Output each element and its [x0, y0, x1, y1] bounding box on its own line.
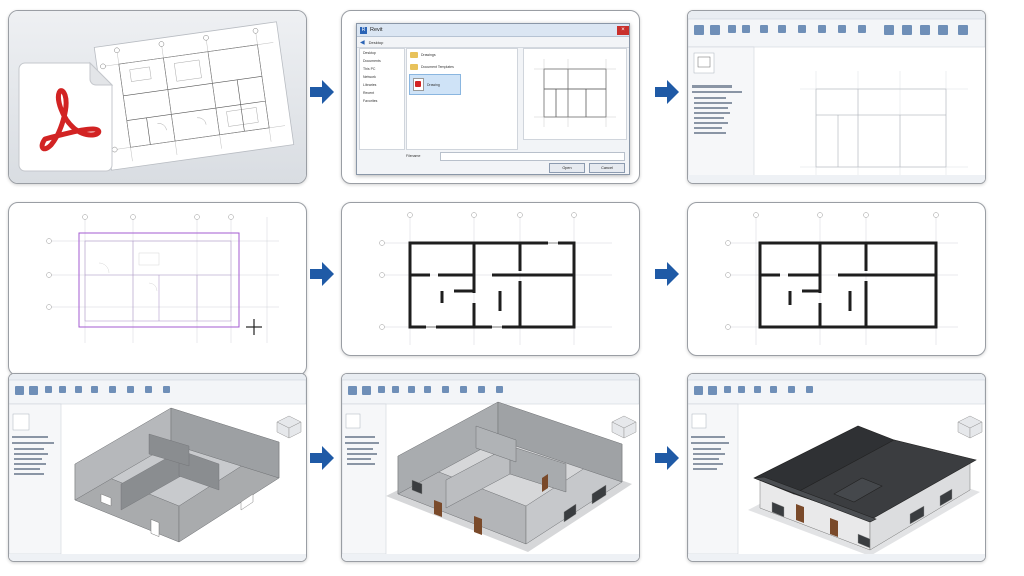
- panel-3d-roof: [687, 373, 986, 562]
- open-button[interactable]: Open: [549, 163, 585, 173]
- folder-icon: [410, 64, 418, 70]
- filename-row: Filename: [406, 151, 625, 161]
- file-item[interactable]: Document Templates: [407, 61, 517, 73]
- file-item[interactable]: Drawings: [407, 49, 517, 61]
- floorplan-preview-thumbnail: [534, 59, 616, 127]
- arrow-right-icon: [310, 262, 334, 286]
- panel-open-dialog: R Revit × ◀ Desktop Desktop Documents Th…: [341, 10, 640, 184]
- pdf-floorplan-illustration: [9, 11, 306, 183]
- panel-3d-walls: [8, 373, 307, 562]
- revit-3d-openings-illustration: [342, 374, 639, 561]
- arrow-right-icon: [310, 446, 334, 470]
- arrow-right-icon: [655, 446, 679, 470]
- panel-pdf-underlay-selected: [8, 202, 307, 376]
- open-file-dialog: R Revit × ◀ Desktop Desktop Documents Th…: [356, 23, 630, 175]
- sidebar-item[interactable]: Network: [360, 73, 404, 81]
- sidebar-item[interactable]: Libraries: [360, 81, 404, 89]
- revit-3d-walls-illustration: [9, 374, 306, 561]
- traced-walls-illustration: [379, 212, 612, 345]
- dialog-file-list: Drawings Document Templates Drawing: [406, 48, 518, 150]
- close-icon[interactable]: ×: [617, 25, 629, 35]
- back-icon[interactable]: ◀: [360, 39, 365, 46]
- revit-window-illustration: [688, 11, 985, 183]
- panel-3d-doors-windows: [341, 373, 640, 562]
- revit-app-icon: R: [360, 26, 367, 34]
- pdf-file-icon: [18, 61, 114, 172]
- panel-pdf-source: [8, 10, 307, 184]
- arrow-right-icon: [655, 262, 679, 286]
- clean-walls-illustration: [725, 212, 958, 345]
- filename-input[interactable]: [440, 151, 625, 161]
- crosshair-cursor-icon: [246, 319, 262, 335]
- selected-underlay-illustration: [46, 214, 279, 343]
- folder-icon: [410, 52, 418, 58]
- cancel-button[interactable]: Cancel: [589, 163, 625, 173]
- filename-label: Filename: [406, 154, 421, 158]
- panel-revit-imported: [687, 10, 986, 184]
- file-item-selected[interactable]: Drawing: [409, 74, 461, 95]
- dialog-title: Revit: [370, 27, 383, 33]
- arrow-right-icon: [655, 80, 679, 104]
- revit-3d-roof-illustration: [688, 374, 985, 561]
- dialog-sidebar: Desktop Documents This PC Network Librar…: [359, 48, 405, 150]
- dialog-preview: [523, 48, 627, 140]
- dialog-toolbar: ◀ Desktop: [357, 37, 629, 48]
- panel-walls-traced: [341, 202, 640, 356]
- sidebar-item[interactable]: Documents: [360, 57, 404, 65]
- folder-label: Desktop: [368, 39, 384, 45]
- sidebar-item[interactable]: Desktop: [360, 49, 404, 57]
- sidebar-item[interactable]: This PC: [360, 65, 404, 73]
- panel-clean-wall-plan: [687, 202, 986, 356]
- dialog-titlebar: R Revit ×: [357, 24, 629, 37]
- pdf-file-icon: [413, 78, 424, 91]
- arrow-right-icon: [310, 80, 334, 104]
- sidebar-item[interactable]: Recent: [360, 89, 404, 97]
- sidebar-item[interactable]: Favorites: [360, 97, 404, 105]
